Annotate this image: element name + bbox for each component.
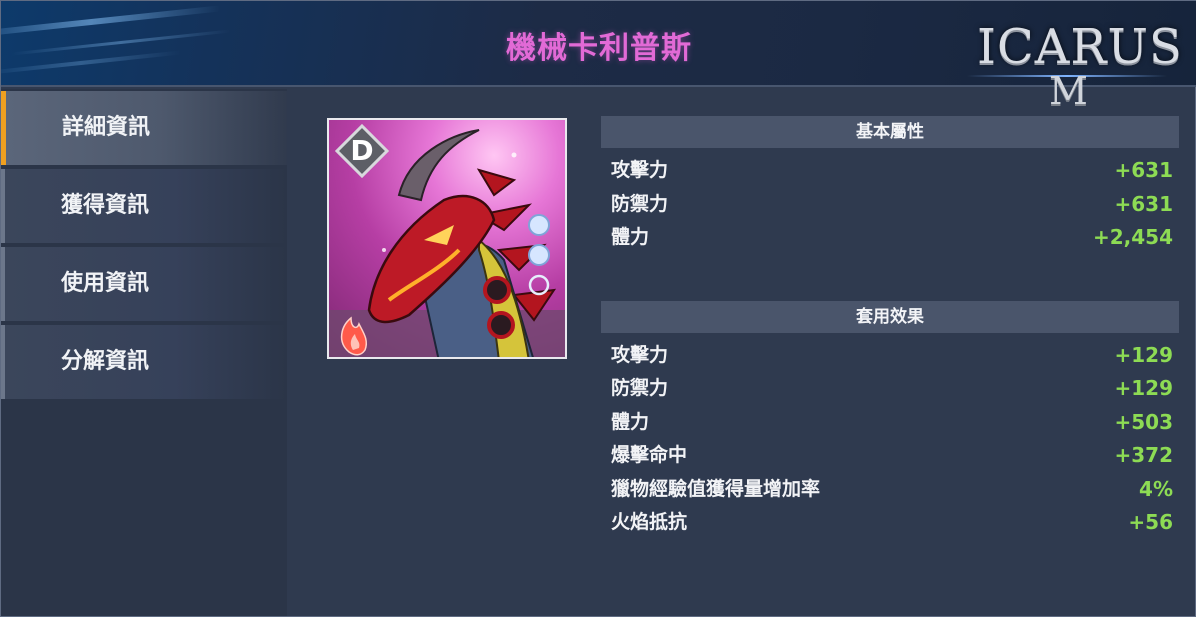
game-logo: ICARUS M [967, 19, 1182, 113]
stat-value: +2,454 [1092, 225, 1173, 249]
stat-value: 4% [1139, 476, 1173, 501]
stat-label: 攻擊力 [611, 159, 669, 181]
tab-detail-info[interactable]: 詳細資訊 [1, 91, 287, 165]
info-sidebar: 詳細資訊 獲得資訊 使用資訊 分解資訊 [1, 89, 287, 616]
stat-label: 火焰抵抗 [611, 511, 688, 533]
set-effects-header: 套用效果 [601, 300, 1179, 333]
grade-letter: D [350, 134, 374, 167]
stat-row: 體力 +2,454 [601, 221, 1179, 255]
logo-wordmark: ICARUS [977, 19, 1183, 75]
stat-label: 攻擊力 [611, 343, 669, 366]
stat-label: 體力 [611, 226, 650, 248]
stat-label: 防禦力 [611, 192, 669, 215]
base-stats-header: 基本屬性 [601, 116, 1179, 148]
stat-label: 爆擊命中 [611, 444, 688, 466]
item-detail-window: 機械卡利普斯 ICARUS M 詳細資訊 獲得資訊 使用資訊 分解資訊 D 基本… [0, 0, 1196, 617]
logo-letter: M [1049, 69, 1088, 113]
stat-row: 攻擊力 +129 [601, 339, 1179, 373]
stats-panel: 基本屬性 攻擊力 +631 防禦力 +631 體力 +2,454 套用效果 攻擊… [601, 116, 1179, 540]
stat-row: 火焰抵抗 +56 [601, 506, 1179, 540]
stat-label: 獵物經驗值獲得量增加率 [611, 477, 821, 500]
grade-badge: D [335, 124, 389, 178]
stat-value: +129 [1114, 376, 1173, 400]
stat-value: +503 [1114, 409, 1173, 434]
tab-dismantle-info[interactable]: 分解資訊 [1, 325, 287, 399]
stat-row: 防禦力 +129 [601, 372, 1179, 406]
stat-value: +56 [1128, 510, 1173, 534]
stat-label: 體力 [611, 410, 650, 433]
tab-usage-info[interactable]: 使用資訊 [1, 247, 287, 321]
stat-row: 爆擊命中 +372 [601, 439, 1179, 473]
item-portrait: D [327, 118, 567, 359]
stat-value: +372 [1114, 443, 1173, 467]
stat-row: 體力 +503 [601, 406, 1179, 440]
tab-acquire-info[interactable]: 獲得資訊 [1, 169, 287, 243]
stat-value: +631 [1114, 158, 1173, 182]
stat-row: 獵物經驗值獲得量增加率 4% [601, 473, 1179, 507]
stat-label: 防禦力 [611, 377, 669, 399]
stat-row: 攻擊力 +631 [601, 154, 1179, 188]
stat-value: +631 [1114, 191, 1173, 216]
stat-row: 防禦力 +631 [601, 188, 1179, 222]
stat-value: +129 [1114, 342, 1173, 367]
